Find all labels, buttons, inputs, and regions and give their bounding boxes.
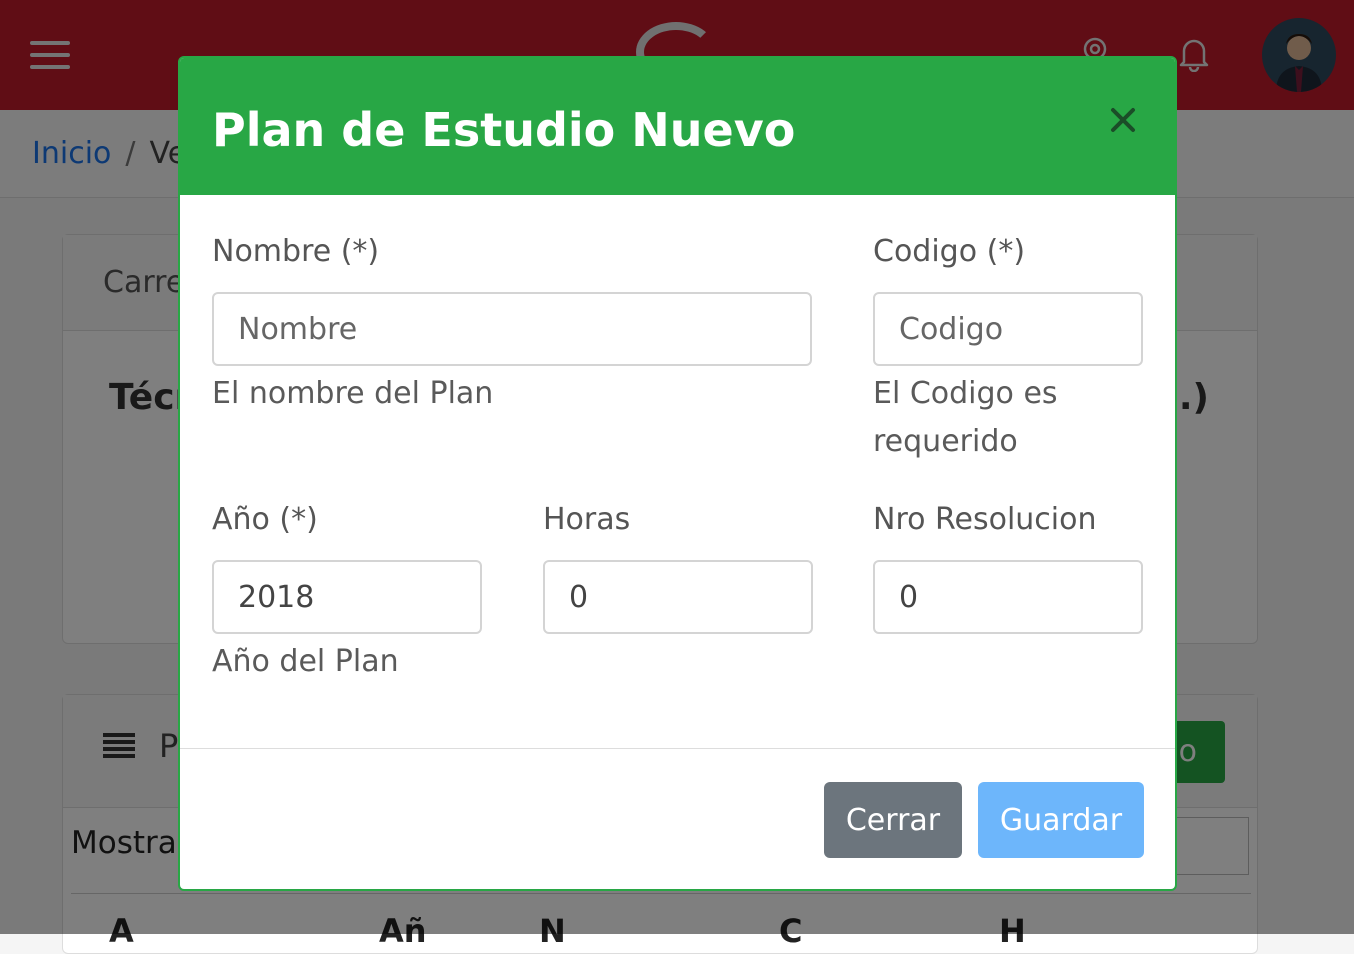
nombre-help-text: El nombre del Plan [212,376,494,411]
codigo-input[interactable] [873,292,1143,366]
anio-input[interactable] [212,560,482,634]
nombre-input[interactable] [212,292,812,366]
modal-title: Plan de Estudio Nuevo [212,103,796,157]
close-icon[interactable] [1105,102,1141,138]
modal-footer-divider [180,748,1175,749]
modal-header: Plan de Estudio Nuevo [180,58,1175,195]
anio-help-text: Año del Plan [212,644,399,679]
codigo-help-text: El Codigo es requerido [873,370,1058,466]
new-study-plan-modal: Plan de Estudio Nuevo Nombre (*) El nomb… [178,56,1177,891]
anio-label: Año (*) [212,502,318,537]
cerrar-button[interactable]: Cerrar [824,782,962,858]
codigo-label: Codigo (*) [873,234,1026,269]
guardar-button[interactable]: Guardar [978,782,1144,858]
nro-resolucion-label: Nro Resolucion [873,502,1097,537]
nro-resolucion-input[interactable] [873,560,1143,634]
nombre-label: Nombre (*) [212,234,380,269]
horas-input[interactable] [543,560,813,634]
codigo-help-line-2: requerido [873,424,1018,459]
horas-label: Horas [543,502,631,537]
codigo-help-line-1: El Codigo es [873,376,1058,411]
